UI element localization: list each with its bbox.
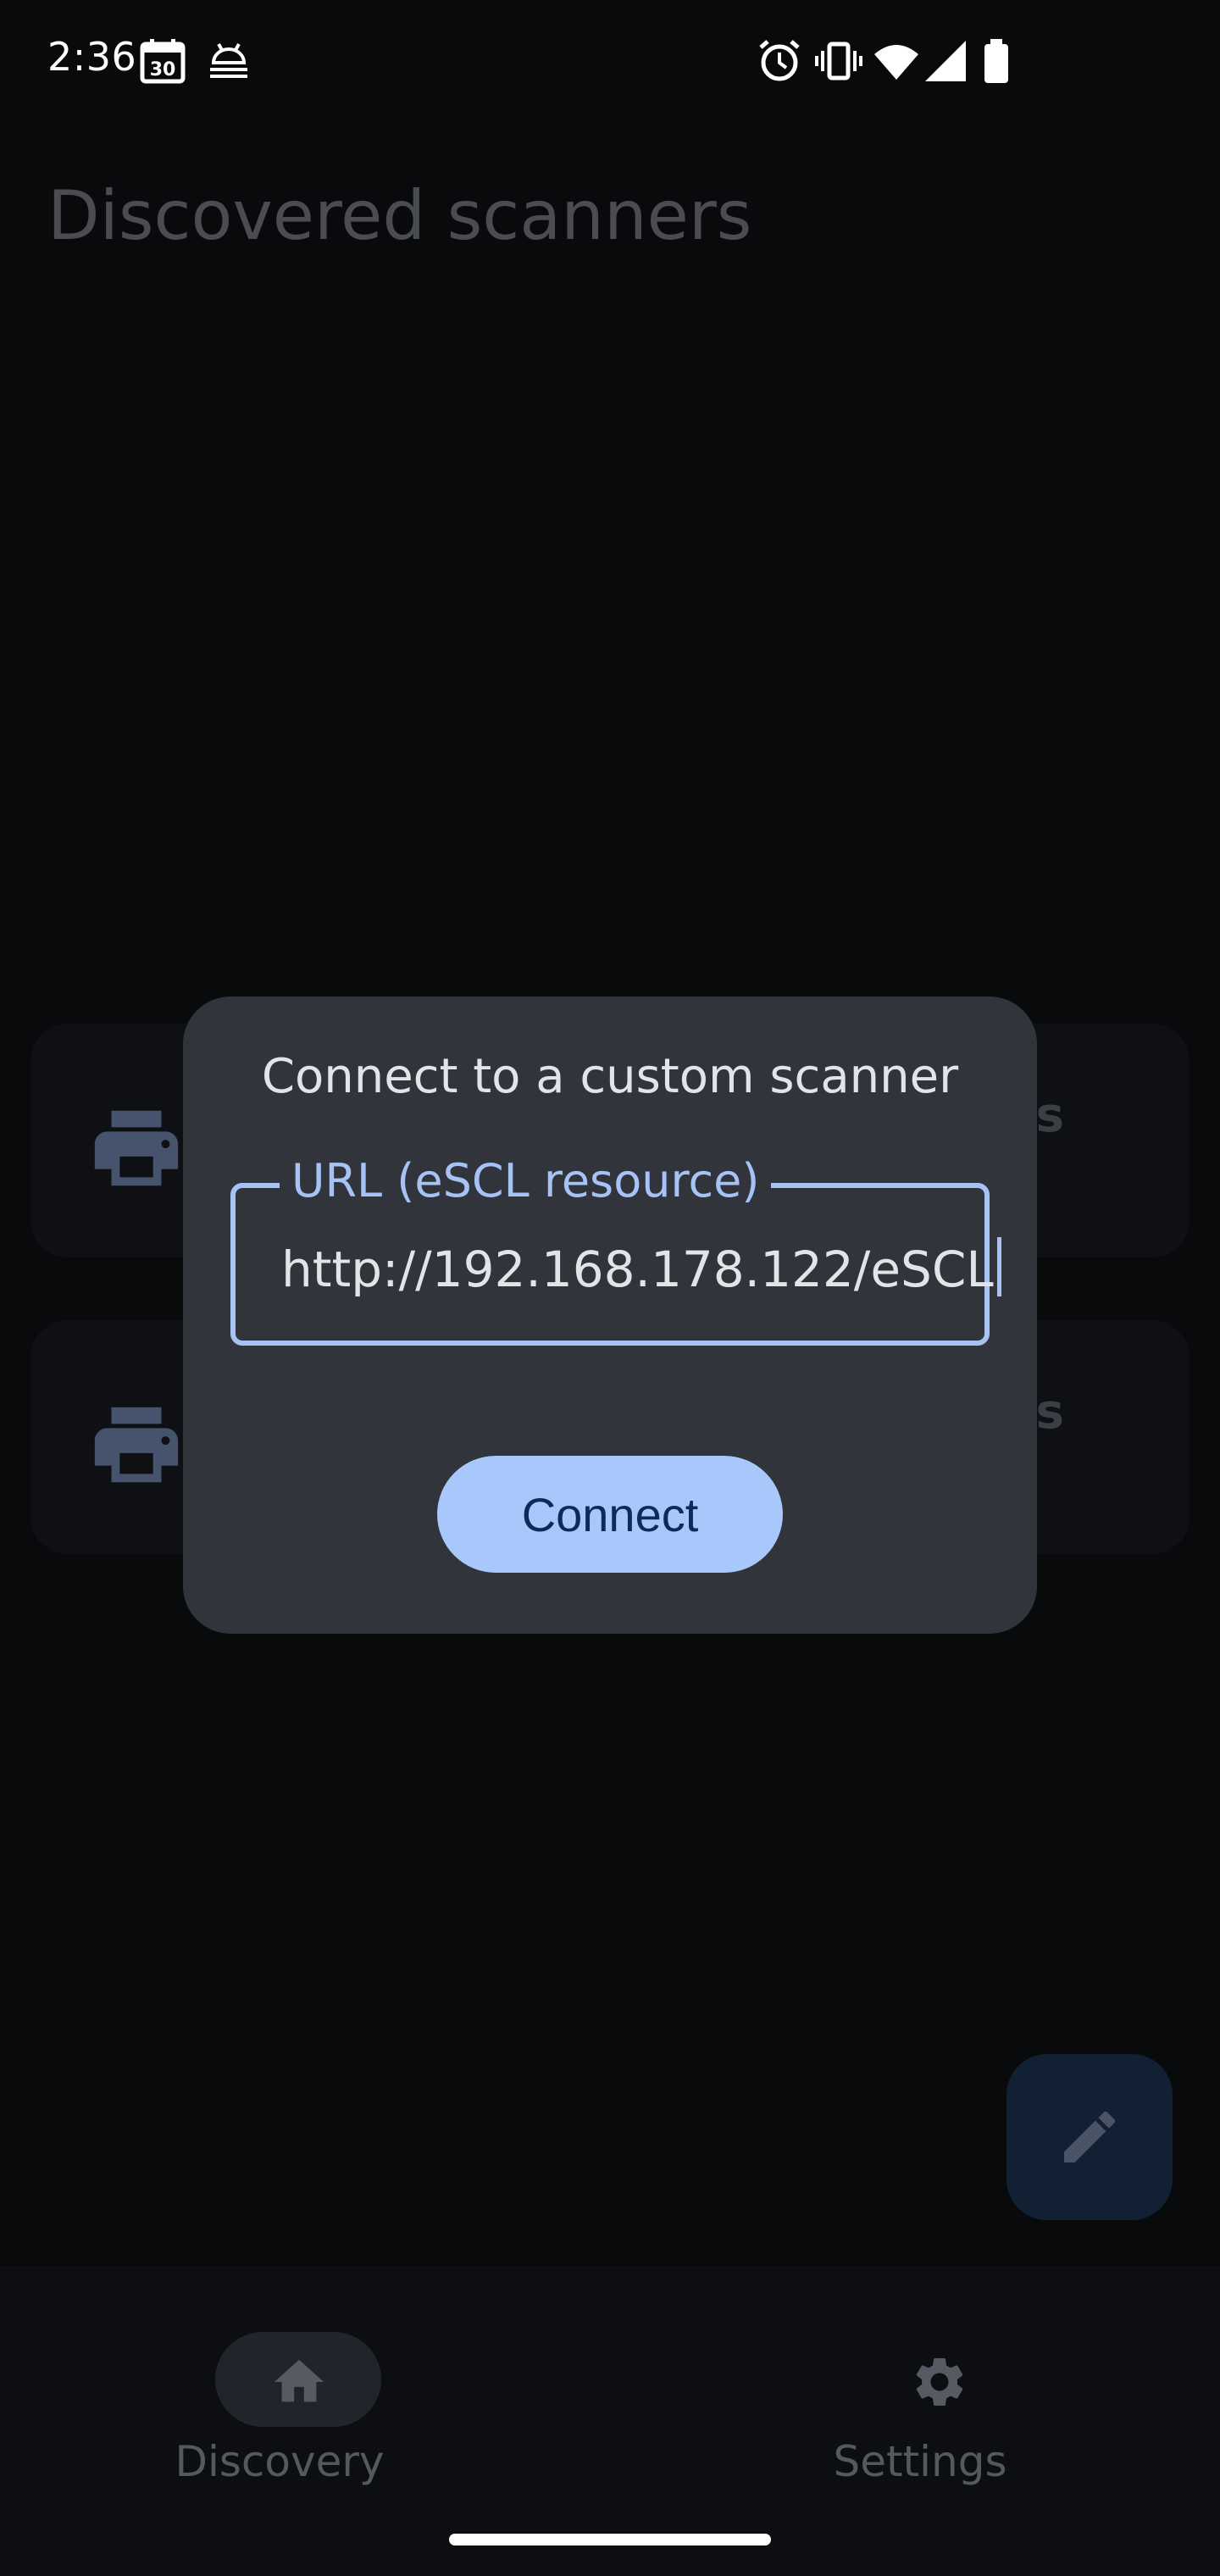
status-bar: 2:36 30 <box>0 0 1220 127</box>
printer-icon <box>94 1110 179 1186</box>
url-input-value: http://192.168.178.122/eSCL <box>281 1241 994 1298</box>
url-field-label: URL (eSCL resource) <box>280 1154 772 1208</box>
bottom-navigation: Discovery Settings <box>0 2266 1220 2576</box>
home-indicator[interactable] <box>449 2534 771 2545</box>
nav-label-discovery: Discovery <box>175 2437 385 2486</box>
pencil-icon <box>1064 2111 1116 2162</box>
nav-item-settings[interactable]: Settings <box>768 2300 1073 2503</box>
dialog-title: Connect to a custom scanner <box>261 1049 959 1104</box>
alarm-icon <box>759 40 800 81</box>
debug-icon <box>210 43 247 78</box>
battery-icon <box>984 39 1008 83</box>
calendar-day: 30 <box>150 59 176 80</box>
connect-button[interactable]: Connect <box>437 1456 783 1573</box>
printer-icon <box>94 1407 179 1483</box>
text-cursor <box>996 1237 1001 1296</box>
nav-label-settings: Settings <box>833 2437 1007 2486</box>
page-title: Discovered scanners <box>47 176 752 255</box>
home-icon <box>274 2359 324 2402</box>
gear-icon <box>916 2358 963 2406</box>
url-input[interactable]: http://192.168.178.122/eSCL <box>281 1237 1001 1298</box>
signal-icon <box>925 41 966 81</box>
url-field[interactable]: URL (eSCL resource) http://192.168.178.1… <box>230 1154 1001 1346</box>
edit-fab-button[interactable] <box>1006 2054 1173 2220</box>
vibrate-icon <box>815 42 862 80</box>
scanner-card-text: s <box>1035 1385 1064 1440</box>
screen: 2:36 30 Discovered scanners s s Discover… <box>0 0 1220 2576</box>
wifi-icon <box>874 45 918 80</box>
scanner-card-text: s <box>1035 1088 1064 1143</box>
custom-scanner-dialog: Connect to a custom scanner URL (eSCL re… <box>183 997 1037 1634</box>
nav-item-discovery[interactable]: Discovery <box>127 2300 432 2503</box>
calendar-icon: 30 <box>140 39 186 84</box>
status-time: 2:36 <box>47 34 137 80</box>
